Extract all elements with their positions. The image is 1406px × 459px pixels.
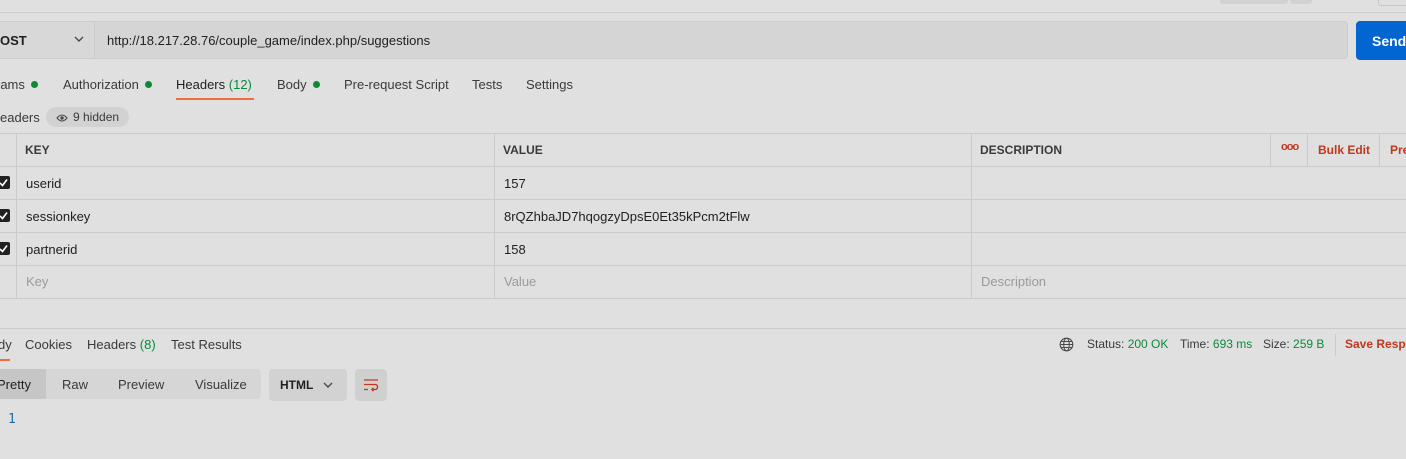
top-toolbar-button-right[interactable] — [1378, 0, 1406, 6]
table-border-bottom — [0, 298, 1406, 299]
tab-params[interactable]: rams — [0, 77, 38, 92]
bulk-edit-button[interactable]: Bulk Edit — [1318, 143, 1370, 157]
url-text[interactable]: http://18.217.28.76/couple_game/index.ph… — [107, 33, 430, 48]
response-tab-headers[interactable]: Headers (8) — [87, 337, 156, 352]
globe-icon[interactable] — [1059, 337, 1074, 355]
new-value-input[interactable]: Value — [504, 274, 536, 289]
row-value[interactable]: 158 — [504, 242, 526, 257]
top-divider — [0, 12, 1406, 13]
table-col-divider — [1307, 133, 1308, 166]
line-number: 1 — [8, 412, 16, 427]
tab-tests[interactable]: Tests — [472, 77, 502, 92]
table-col-divider — [1270, 133, 1271, 166]
table-row-divider — [0, 265, 1406, 266]
tab-headers[interactable]: Headers (12) — [176, 77, 252, 92]
row-key[interactable]: sessionkey — [26, 209, 90, 224]
checkbox-icon[interactable] — [0, 209, 10, 222]
response-tab-test-results[interactable]: Test Results — [171, 337, 242, 352]
active-response-tab-underline — [0, 359, 10, 361]
eye-icon — [56, 109, 68, 129]
table-col-divider — [16, 133, 17, 298]
top-toolbar-button[interactable] — [1220, 0, 1288, 4]
view-raw-button[interactable]: Raw — [62, 377, 88, 392]
time-readout: Time: 693 ms — [1180, 337, 1253, 351]
status-dot — [30, 81, 38, 88]
checkbox-icon[interactable] — [0, 176, 10, 189]
checkbox-icon[interactable] — [0, 242, 10, 255]
row-key[interactable]: userid — [26, 176, 61, 191]
response-tab-cookies[interactable]: Cookies — [25, 337, 72, 352]
table-row-divider — [0, 232, 1406, 233]
tab-settings[interactable]: Settings — [526, 77, 573, 92]
tab-body[interactable]: Body — [277, 77, 320, 92]
new-description-input[interactable]: Description — [981, 274, 1046, 289]
row-value[interactable]: 157 — [504, 176, 526, 191]
status-dot — [312, 81, 320, 88]
response-tab-body[interactable]: dy — [0, 337, 12, 352]
column-header-key: KEY — [25, 143, 50, 157]
wrap-lines-button[interactable] — [355, 369, 387, 401]
save-response-button[interactable]: Save Resp — [1345, 337, 1406, 351]
active-tab-underline — [176, 98, 254, 100]
method-label: OST — [0, 33, 27, 48]
table-row-divider — [0, 166, 1406, 167]
row-value[interactable]: 8rQZhbaJD7hqogzyDpsE0Et35kPcm2tFlw — [504, 209, 750, 224]
send-button[interactable]: Send — [1356, 21, 1406, 60]
table-row-divider — [0, 199, 1406, 200]
view-visualize-button[interactable]: Visualize — [195, 377, 247, 392]
status-readout: Status: 200 OK — [1087, 337, 1169, 351]
response-divider — [0, 328, 1406, 329]
status-dot — [144, 81, 152, 88]
chevron-down-icon[interactable] — [72, 32, 86, 46]
chevron-down-icon[interactable] — [321, 378, 335, 395]
hidden-headers-toggle[interactable]: 9 hidden — [46, 107, 130, 129]
tab-authorization[interactable]: Authorization — [63, 77, 152, 92]
presets-button[interactable]: Pre — [1390, 143, 1406, 157]
table-col-divider — [494, 133, 495, 298]
tab-pre-request-script[interactable]: Pre-request Script — [344, 77, 449, 92]
size-readout: Size: 259 B — [1263, 337, 1325, 351]
column-header-description: DESCRIPTION — [980, 143, 1063, 157]
more-icon[interactable]: ooo — [1281, 141, 1299, 153]
top-toolbar-button-dropdown[interactable] — [1290, 0, 1312, 4]
column-header-value: VALUE — [503, 143, 543, 157]
table-col-divider — [1379, 133, 1380, 166]
new-key-input[interactable]: Key — [26, 274, 48, 289]
row-key[interactable]: partnerid — [26, 242, 77, 257]
format-label: HTML — [280, 378, 314, 392]
wrap-lines-icon — [363, 378, 379, 395]
status-divider — [1335, 334, 1336, 356]
view-preview-button[interactable]: Preview — [118, 377, 164, 392]
headers-section-label: eaders — [0, 110, 40, 125]
table-col-divider — [971, 133, 972, 298]
view-pretty-button[interactable]: Pretty — [0, 377, 31, 392]
table-border-top — [0, 133, 1406, 134]
